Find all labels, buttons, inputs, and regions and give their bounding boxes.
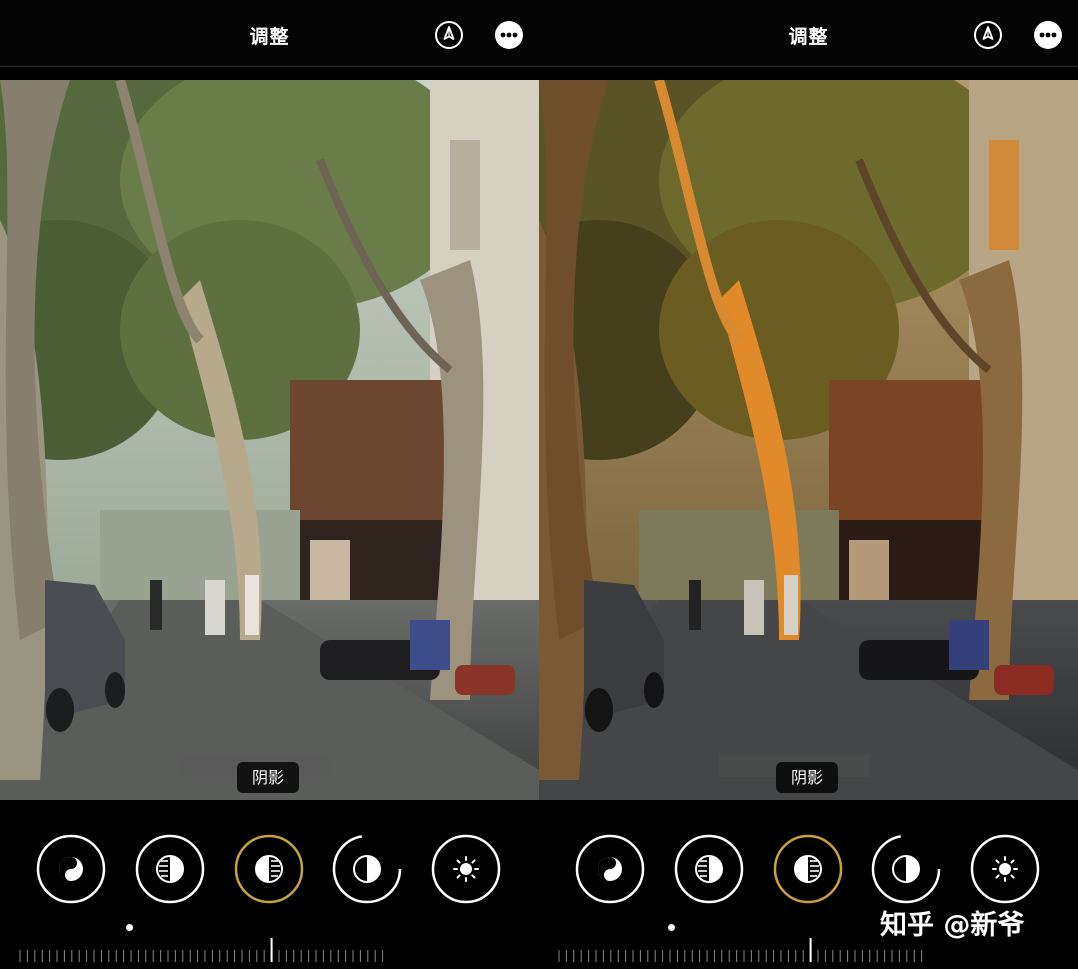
more-options-icon[interactable] [1034, 21, 1062, 49]
adjustment-tool-row [539, 800, 1078, 969]
brightness-icon[interactable] [970, 834, 1040, 904]
photo-preview-edited [539, 80, 1078, 800]
more-options-icon[interactable] [495, 21, 523, 49]
exposure-icon[interactable] [674, 834, 744, 904]
adjustment-tool-row [0, 800, 539, 969]
photo-preview-original [0, 80, 539, 800]
editor-panel-before: 调整 阴影 [0, 0, 539, 969]
adjustment-name-label: 阴影 [776, 762, 838, 793]
brightness-icon[interactable] [431, 834, 501, 904]
slider-origin-dot [126, 924, 133, 931]
contrast-icon[interactable] [871, 834, 941, 904]
slider-origin-dot [668, 924, 675, 931]
shadows-icon[interactable] [773, 834, 843, 904]
adjustment-slider[interactable] [18, 938, 388, 968]
adjustment-name-label: 阴影 [237, 762, 299, 793]
adjustment-slider[interactable] [557, 938, 927, 968]
editor-panel-after: 调整 阴影 [539, 0, 1078, 969]
contrast-icon[interactable] [332, 834, 402, 904]
markup-pen-icon[interactable] [974, 21, 1002, 49]
auto-enhance-icon[interactable] [575, 834, 645, 904]
exposure-icon[interactable] [135, 834, 205, 904]
source-watermark: 知乎 @新爷 [880, 910, 1025, 941]
top-bar: 调整 [539, 0, 1078, 67]
auto-enhance-icon[interactable] [36, 834, 106, 904]
markup-pen-icon[interactable] [435, 21, 463, 49]
shadows-icon[interactable] [234, 834, 304, 904]
top-bar: 调整 [0, 0, 539, 67]
